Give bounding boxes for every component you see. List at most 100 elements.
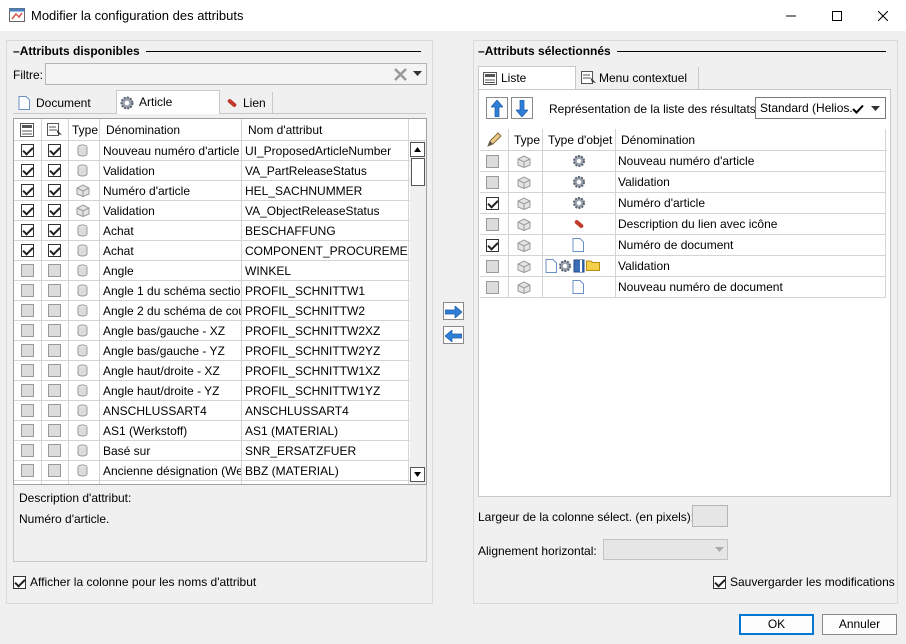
tab-menu-contextuel[interactable]: Menu contextuel	[577, 67, 699, 89]
select-checkbox[interactable]	[21, 264, 34, 277]
context-checkbox[interactable]	[48, 204, 61, 217]
clear-filter-icon[interactable]	[394, 68, 407, 81]
align-select[interactable]	[603, 539, 728, 560]
minimize-button[interactable]	[768, 0, 814, 31]
table-row[interactable]: Numéro d'article	[480, 193, 886, 214]
context-checkbox[interactable]	[48, 324, 61, 337]
context-checkbox[interactable]	[48, 164, 61, 177]
scroll-thumb[interactable]	[411, 158, 425, 186]
show-names-checkbox[interactable]	[13, 576, 26, 589]
select-checkbox[interactable]	[21, 304, 34, 317]
chevron-down-icon[interactable]	[413, 71, 422, 77]
selected-checkbox[interactable]	[486, 260, 499, 273]
select-checkbox[interactable]	[21, 224, 34, 237]
select-checkbox[interactable]	[21, 404, 34, 417]
arrow-right-icon	[444, 305, 463, 319]
context-checkbox[interactable]	[48, 404, 61, 417]
col-selected-denomination[interactable]: Dénomination	[617, 129, 695, 151]
tab-lien[interactable]: Lien	[221, 92, 273, 114]
context-checkbox[interactable]	[48, 464, 61, 477]
table-row[interactable]: Angle 1 du schéma section PROFIL_SCHNITTW…	[14, 281, 410, 301]
select-checkbox[interactable]	[21, 244, 34, 257]
table-row[interactable]: Angle bas/gauche - XZ PROFIL_SCHNITTW2XZ	[14, 321, 410, 341]
col-type[interactable]: Type	[68, 119, 98, 141]
context-checkbox[interactable]	[48, 384, 61, 397]
select-checkbox[interactable]	[21, 464, 34, 477]
table-row[interactable]: Angle haut/droite - YZ PROFIL_SCHNITTW1YZ	[14, 381, 410, 401]
table-row[interactable]: Numéro d'article HEL_SACHNUMMER	[14, 181, 410, 201]
representation-select[interactable]: Standard (Helios.	[755, 97, 886, 119]
close-button[interactable]	[860, 0, 906, 31]
maximize-button[interactable]	[814, 0, 860, 31]
table-row[interactable]: Nouveau numéro d'article	[480, 151, 886, 172]
table-row[interactable]: Basé sur SNR_ERSATZFUER	[14, 441, 410, 461]
scroll-up-button[interactable]	[410, 142, 425, 157]
select-checkbox[interactable]	[21, 384, 34, 397]
context-checkbox[interactable]	[48, 244, 61, 257]
ok-button[interactable]: OK	[739, 614, 814, 635]
context-checkbox[interactable]	[48, 444, 61, 457]
table-row[interactable]: ANSCHLUSSART4 ANSCHLUSSART4	[14, 401, 410, 421]
table-row[interactable]: Nouveau numéro d'article UI_ProposedArtic…	[14, 141, 410, 161]
select-checkbox[interactable]	[21, 424, 34, 437]
table-row[interactable]: Validation	[480, 256, 886, 277]
table-row[interactable]: Validation	[480, 172, 886, 193]
table-row[interactable]: Achat BESCHAFFUNG	[14, 221, 410, 241]
table-row[interactable]: AS1 (Werkstoff) AS1 (MATERIAL)	[14, 421, 410, 441]
context-checkbox[interactable]	[48, 304, 61, 317]
context-checkbox[interactable]	[48, 424, 61, 437]
table-row[interactable]: Nouveau numéro de document	[480, 277, 886, 298]
row-attribute-name: PROFIL_SCHNITTW1	[245, 284, 366, 298]
table-row[interactable]: Achat COMPONENT_PROCUREMENT	[14, 241, 410, 261]
selected-checkbox[interactable]	[486, 155, 499, 168]
col-object-type[interactable]: Type d'objet	[544, 129, 612, 151]
select-checkbox[interactable]	[21, 164, 34, 177]
select-checkbox[interactable]	[21, 344, 34, 357]
move-down-button[interactable]	[511, 97, 533, 119]
select-checkbox[interactable]	[21, 184, 34, 197]
table-row[interactable]: Angle haut/droite - XZ PROFIL_SCHNITTW1XZ	[14, 361, 410, 381]
save-changes-checkbox[interactable]	[713, 576, 726, 589]
table-row[interactable]: Numéro de document	[480, 235, 886, 256]
col-attribute-name[interactable]: Nom d'attribut	[244, 119, 322, 141]
remove-attribute-button[interactable]	[443, 326, 464, 344]
table-row[interactable]: Ancienne désignation (We BBZ (MATERIAL)	[14, 461, 410, 481]
col-denomination[interactable]: Dénomination	[102, 119, 180, 141]
table-row[interactable]: Angle WINKEL	[14, 261, 410, 281]
context-checkbox[interactable]	[48, 284, 61, 297]
selected-checkbox[interactable]	[486, 239, 499, 252]
add-attribute-button[interactable]	[443, 302, 464, 320]
tab-liste[interactable]: Liste	[478, 66, 576, 90]
select-checkbox[interactable]	[21, 204, 34, 217]
selected-checkbox[interactable]	[486, 176, 499, 189]
table-row[interactable]: Angle 2 du schéma de cou PROFIL_SCHNITTW2	[14, 301, 410, 321]
context-checkbox[interactable]	[48, 264, 61, 277]
select-checkbox[interactable]	[21, 144, 34, 157]
context-checkbox[interactable]	[48, 364, 61, 377]
select-checkbox[interactable]	[21, 324, 34, 337]
table-row[interactable]: Validation VA_PartReleaseStatus	[14, 161, 410, 181]
table-row[interactable]: Validation VA_ObjectReleaseStatus	[14, 201, 410, 221]
cube-icon	[517, 176, 531, 190]
context-checkbox[interactable]	[48, 224, 61, 237]
col-selected-type[interactable]: Type	[510, 129, 540, 151]
table-row[interactable]: Angle bas/gauche - YZ PROFIL_SCHNITTW2YZ	[14, 341, 410, 361]
selected-checkbox[interactable]	[486, 281, 499, 294]
scroll-down-button[interactable]	[410, 467, 425, 482]
filter-input[interactable]	[45, 63, 427, 85]
width-input[interactable]	[692, 505, 728, 527]
table-row[interactable]: Description du lien avec icône	[480, 214, 886, 235]
tab-document[interactable]: Document	[14, 92, 114, 114]
context-checkbox[interactable]	[48, 144, 61, 157]
context-checkbox[interactable]	[48, 344, 61, 357]
selected-checkbox[interactable]	[486, 218, 499, 231]
select-checkbox[interactable]	[21, 444, 34, 457]
selected-checkbox[interactable]	[486, 197, 499, 210]
cancel-button[interactable]: Annuler	[822, 614, 897, 635]
select-checkbox[interactable]	[21, 364, 34, 377]
vertical-scrollbar[interactable]	[410, 141, 426, 484]
move-up-button[interactable]	[486, 97, 508, 119]
tab-article[interactable]: Article	[116, 90, 220, 114]
select-checkbox[interactable]	[21, 284, 34, 297]
context-checkbox[interactable]	[48, 184, 61, 197]
